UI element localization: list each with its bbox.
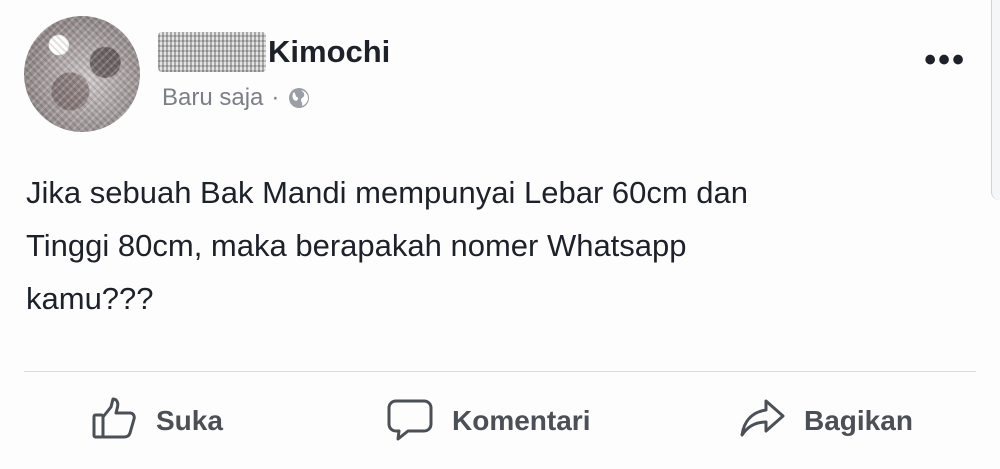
meta-separator: · <box>271 84 280 111</box>
comment-button[interactable]: Komentari <box>386 386 590 456</box>
avatar[interactable] <box>24 16 140 132</box>
share-icon <box>738 395 786 448</box>
author-row: Kimochi <box>158 30 390 74</box>
share-label: Bagikan <box>804 405 913 436</box>
post-timestamp[interactable]: Baru saja <box>162 84 263 112</box>
like-label: Suka <box>156 405 223 436</box>
censored-name-blur <box>158 32 266 72</box>
share-button[interactable]: Bagikan <box>738 386 913 456</box>
scrollbar[interactable] <box>991 0 1000 200</box>
globe-icon <box>287 86 311 110</box>
like-button[interactable]: Suka <box>90 386 223 456</box>
comment-label: Komentari <box>452 405 591 436</box>
divider <box>24 371 976 372</box>
thumbs-up-icon <box>90 395 138 448</box>
more-options-button[interactable]: ••• <box>924 43 966 77</box>
post-text: Jika sebuah Bak Mandi mempunyai Lebar 60… <box>26 175 749 316</box>
action-bar: Suka Komentari Bagikan <box>0 386 1000 456</box>
facebook-post: Kimochi Baru saja · ••• Jika sebuah Bak … <box>0 0 1000 469</box>
post-meta: Baru saja · <box>162 84 311 112</box>
author-name[interactable]: Kimochi <box>268 34 390 70</box>
comment-icon <box>386 395 434 448</box>
